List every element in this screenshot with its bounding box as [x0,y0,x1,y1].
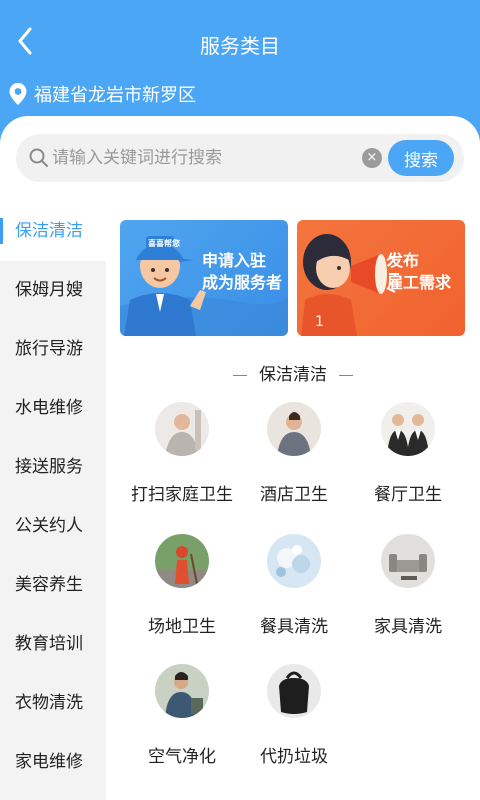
apply-provider-banner[interactable]: 喜喜帮您 申请入驻 成为服务者 [120,220,288,336]
sidebar-item-appliance-repair[interactable]: 家电维修 [0,733,106,792]
post-demand-text: 发布 雇工需求 [387,250,451,294]
service-avatar [381,402,435,456]
banner-line: 雇工需求 [387,273,452,292]
svg-text:1: 1 [315,314,324,330]
service-avatar [267,534,321,588]
service-label: 餐厅卫生 [374,485,442,505]
app-header: 服务类目 [0,0,480,78]
service-hotel-cleaning[interactable]: 酒店卫生 [236,402,352,505]
sidebar-item-plumbing-electrical[interactable]: 水电维修 [0,379,106,438]
sidebar-item-pickup-service[interactable]: 接送服务 [0,438,106,497]
service-avatar [155,664,209,718]
service-label: 家具清洗 [374,617,442,637]
service-label: 餐具清洗 [260,617,328,637]
category-sidebar: 保洁清洁 保姆月嫂 旅行导游 水电维修 接送服务 公关约人 美容养生 教育培训 … [0,202,106,800]
service-tableware-cleaning[interactable]: 餐具清洗 [236,534,352,637]
search-icon [29,148,48,167]
page-title: 服务类目 [200,34,280,58]
sidebar-item-beauty[interactable]: 美容养生 [0,556,106,615]
sidebar-item-cleaning[interactable]: 保洁清洁 [0,202,106,261]
section-title: 保洁清洁 [106,360,480,385]
service-avatar [381,534,435,588]
service-label: 打扫家庭卫生 [131,485,233,505]
sidebar-item-education[interactable]: 教育培训 [0,615,106,674]
apply-provider-text: 申请入驻 成为服务者 [202,250,282,294]
search-button[interactable]: 搜索 [388,140,454,176]
sidebar-item-travel-guide[interactable]: 旅行导游 [0,320,106,379]
service-restaurant-cleaning[interactable]: 餐厅卫生 [350,402,466,505]
divider [233,374,247,376]
section-title-text: 保洁清洁 [259,365,327,385]
banner-cap-text: 喜喜帮您 [148,239,180,248]
banner-line: 发布 [387,251,420,270]
service-avatar [267,664,321,718]
banner-line: 申请入驻 [202,251,267,270]
location-pin-icon [9,83,27,105]
search-bar: × 搜索 [16,134,464,182]
service-furniture-cleaning[interactable]: 家具清洗 [350,534,466,637]
service-label: 空气净化 [148,747,216,767]
location-text: 福建省龙岩市新罗区 [34,85,196,106]
service-label: 场地卫生 [148,617,216,637]
sidebar-item-pr[interactable]: 公关约人 [0,497,106,556]
service-avatar [155,534,209,588]
clear-search-button[interactable]: × [362,148,382,168]
post-demand-banner[interactable]: 1 发布 雇工需求 [297,220,465,336]
service-label: 代扔垃圾 [260,747,328,767]
service-house-cleaning[interactable]: 打扫家庭卫生 [124,402,240,505]
sidebar-item-laundry[interactable]: 衣物清洗 [0,674,106,733]
divider [339,374,353,376]
search-input[interactable] [52,143,362,173]
sidebar-item-nanny[interactable]: 保姆月嫂 [0,261,106,320]
service-avatar [267,402,321,456]
main-panel: × 搜索 保洁清洁 保姆月嫂 旅行导游 水电维修 接送服务 公关约人 美容养生 … [0,116,480,800]
service-avatar [155,402,209,456]
service-label: 酒店卫生 [260,485,328,505]
service-air-purification[interactable]: 空气净化 [124,664,240,767]
service-venue-cleaning[interactable]: 场地卫生 [124,534,240,637]
location-selector[interactable]: 福建省龙岩市新罗区 [8,80,196,108]
banner-line: 成为服务者 [202,273,283,292]
service-trash-disposal[interactable]: 代扔垃圾 [236,664,352,767]
